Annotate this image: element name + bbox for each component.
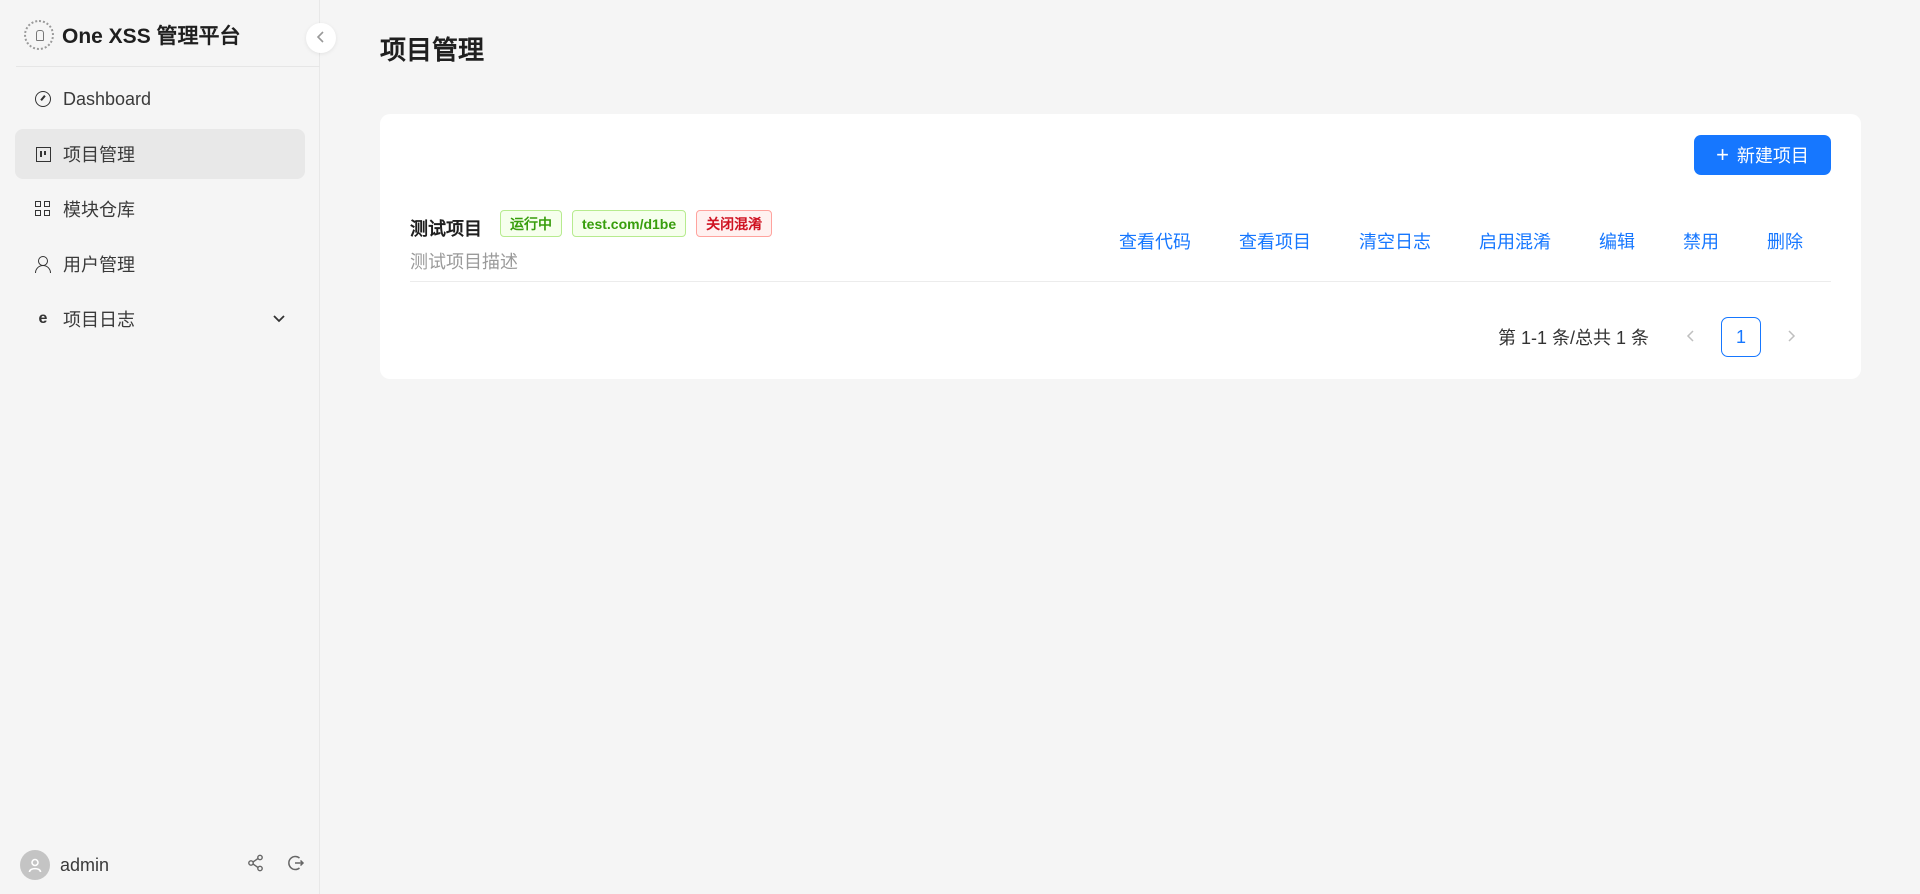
list-item: 测试项目 运行中 test.com/d1be 关闭混淆 测试项目描述 查看代码 …	[410, 210, 1831, 282]
sidebar: One XSS 管理平台 Dashboard 项目管理 模块仓库 用户管理 e …	[0, 0, 320, 894]
collapse-sidebar-button[interactable]	[306, 23, 336, 53]
new-project-label: 新建项目	[1736, 146, 1809, 166]
edit-link[interactable]: 编辑	[1575, 228, 1659, 254]
new-project-button[interactable]: + 新建项目	[1694, 135, 1831, 175]
status-badge: 运行中	[500, 210, 562, 237]
chevron-down-icon[interactable]	[271, 310, 287, 331]
enable-obfuscation-link[interactable]: 启用混淆	[1455, 228, 1575, 254]
project-description: 测试项目描述	[410, 252, 518, 272]
user-icon	[35, 256, 51, 273]
logo-icon	[24, 20, 54, 50]
project-actions: 查看代码 查看项目 清空日志 启用混淆 编辑 禁用 删除	[1119, 228, 1803, 254]
module-icon	[35, 201, 51, 217]
brand[interactable]: One XSS 管理平台	[24, 18, 241, 52]
pagination-total: 第 1-1 条/总共 1 条	[1497, 328, 1649, 348]
page-title: 项目管理	[380, 35, 485, 65]
sidebar-item-dashboard[interactable]: Dashboard	[15, 74, 305, 124]
domain-badge: test.com/d1be	[572, 210, 687, 237]
pagination: 第 1-1 条/总共 1 条 1	[1498, 317, 1811, 357]
avatar[interactable]	[20, 850, 50, 880]
view-code-link[interactable]: 查看代码	[1119, 228, 1215, 254]
obfuscation-badge: 关闭混淆	[696, 210, 773, 237]
divider	[16, 66, 320, 67]
view-project-link[interactable]: 查看项目	[1215, 228, 1335, 254]
clear-logs-link[interactable]: 清空日志	[1335, 228, 1455, 254]
project-tags: 运行中 test.com/d1be 关闭混淆	[500, 210, 773, 237]
sidebar-item-label: 模块仓库	[63, 200, 135, 220]
next-page-icon[interactable]	[1771, 327, 1811, 348]
disable-link[interactable]: 禁用	[1659, 228, 1743, 254]
brand-title: One XSS 管理平台	[62, 25, 241, 48]
sidebar-item-label: 项目管理	[63, 145, 135, 165]
dashboard-icon	[35, 91, 51, 107]
log-icon: e	[38, 310, 48, 327]
user-name: admin	[60, 854, 110, 875]
sidebar-item-modules[interactable]: 模块仓库	[15, 184, 305, 234]
sidebar-item-label: 用户管理	[63, 255, 135, 275]
sidebar-item-label: 项目日志	[63, 310, 135, 330]
project-list-card: + 新建项目 测试项目 运行中 test.com/d1be 关闭混淆 测试项目描…	[380, 114, 1861, 379]
project-icon	[35, 146, 51, 162]
plus-icon: +	[1716, 142, 1729, 167]
logout-icon[interactable]	[287, 854, 305, 877]
sidebar-item-label: Dashboard	[63, 88, 152, 109]
sidebar-item-projects[interactable]: 项目管理	[15, 129, 305, 179]
project-name[interactable]: 测试项目	[410, 215, 482, 241]
user-footer: admin	[20, 849, 305, 881]
sidebar-item-users[interactable]: 用户管理	[15, 239, 305, 289]
share-icon[interactable]	[247, 854, 265, 877]
page-1-button[interactable]: 1	[1721, 317, 1761, 357]
delete-link[interactable]: 删除	[1743, 228, 1803, 254]
chevron-left-icon	[316, 30, 326, 46]
prev-page-icon[interactable]	[1671, 327, 1711, 348]
sidebar-item-logs[interactable]: e 项目日志	[15, 294, 305, 344]
sidebar-nav: Dashboard 项目管理 模块仓库 用户管理 e 项目日志	[15, 74, 305, 349]
